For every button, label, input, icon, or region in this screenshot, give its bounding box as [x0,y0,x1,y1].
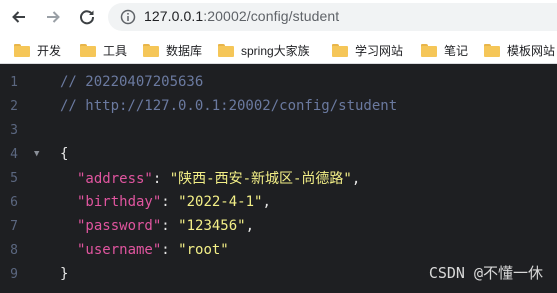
url-path: :20002/config/student [203,8,340,24]
folder-icon [143,43,159,57]
code-line: 3 [0,118,557,142]
json-key: "username" [77,242,162,258]
bookmarks-bar: 开发 工具 数据库 spring大家族 学习网站 笔记 模板网站 [0,34,557,64]
browser-toolbar: 127.0.0.1:20002/config/student [0,0,557,34]
address-bar[interactable]: 127.0.0.1:20002/config/student [108,3,557,31]
comma: , [245,218,255,234]
line-number: 5 [10,170,18,186]
folder-icon [421,43,437,57]
bookmark-label: 工具 [103,43,128,58]
folder-icon [80,43,96,57]
line-number: 7 [10,218,18,234]
bookmark-folder-spring[interactable]: spring大家族 [218,41,310,59]
bookmark-folder-tools[interactable]: 工具 [80,41,127,59]
code-line: 4 ▼ { [0,142,557,166]
json-value: "root" [178,242,229,258]
code-line: 7 "password": "123456", [0,214,557,238]
line-number: 3 [10,122,18,138]
url-text: 127.0.0.1:20002/config/student [144,8,339,24]
bookmark-label: 学习网站 [355,43,404,58]
folder-icon [484,43,500,57]
forward-button[interactable] [42,6,64,28]
comma: , [262,194,271,210]
folder-icon [218,43,234,57]
arrow-left-icon [12,11,25,23]
fold-toggle-icon[interactable]: ▼ [34,149,39,159]
json-value: "2022-4-1" [178,194,263,210]
close-brace: } [60,266,69,282]
comma: , [351,171,361,187]
back-button[interactable] [8,6,30,28]
colon: : [152,171,170,187]
bookmark-folder-learning[interactable]: 学习网站 [332,41,403,59]
code-line: 8 "username": "root" [0,238,557,262]
colon: : [161,218,179,234]
reload-button[interactable] [76,6,98,28]
line-number: 2 [10,98,18,114]
comment-timestamp: // 20220407205636 [60,74,204,90]
code-line: 2 // http://127.0.0.1:20002/config/stude… [0,94,557,118]
bookmark-folder-templates[interactable]: 模板网站 [484,41,555,59]
bookmark-label: 笔记 [444,43,469,58]
json-value: "123456" [178,218,246,234]
bookmark-label: 开发 [37,43,62,58]
colon: : [161,242,179,258]
line-number: 4 [10,146,18,162]
code-line: 5 "address": "陕西-西安-新城区-尚德路", [0,166,557,190]
comment-url: // http://127.0.0.1:20002/config/student [60,98,398,114]
bookmark-label: spring大家族 [241,43,310,58]
arrow-right-icon [47,11,60,23]
code-line: 6 "birthday": "2022-4-1", [0,190,557,214]
open-brace: { [60,146,69,162]
bookmark-label: 模板网站 [507,43,556,58]
reload-icon [80,10,95,25]
folder-icon [332,43,348,57]
json-viewer: 1 // 20220407205636 2 // http://127.0.0.… [0,65,557,293]
code-line: 1 // 20220407205636 [0,70,557,94]
url-host: 127.0.0.1 [144,8,204,24]
bookmark-folder-dev[interactable]: 开发 [14,41,61,59]
json-key: "address" [77,171,153,187]
watermark: CSDN @不懂一休 [428,264,543,282]
json-value: "陕西-西安-新城区-尚德路" [169,171,352,187]
folder-icon [14,43,30,57]
line-number: 9 [10,266,18,282]
info-icon[interactable] [120,9,136,25]
line-number: 6 [10,194,18,210]
line-number: 8 [10,242,18,258]
json-key: "password" [77,218,162,234]
bookmark-folder-database[interactable]: 数据库 [143,41,202,59]
json-key: "birthday" [77,194,162,210]
bookmark-label: 数据库 [166,43,203,58]
colon: : [161,194,179,210]
bookmark-folder-notes[interactable]: 笔记 [421,41,468,59]
line-number: 1 [10,74,18,90]
